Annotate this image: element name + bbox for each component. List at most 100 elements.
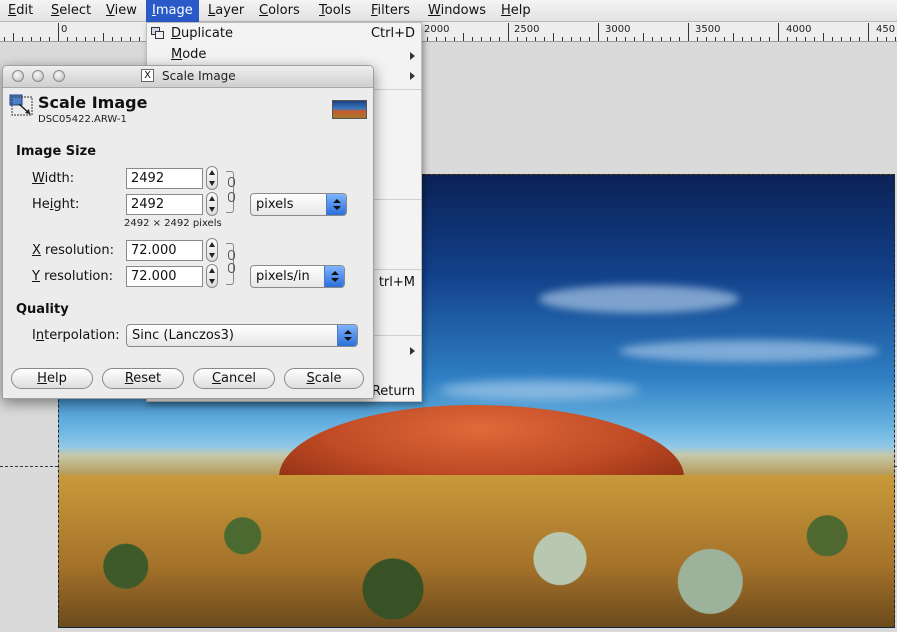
height-input[interactable]: 2492: [126, 194, 203, 215]
ruler-tick: [751, 37, 752, 41]
cloud: [619, 340, 879, 362]
ruler-tick: [823, 33, 824, 41]
scale-button[interactable]: Scale: [284, 368, 364, 389]
menu-colors[interactable]: Colors: [253, 0, 306, 22]
ruler-tick: [481, 37, 482, 41]
resolution-unit-select[interactable]: pixels/in: [250, 265, 345, 288]
ruler-label: 2000: [424, 24, 450, 35]
ruler-tick: [607, 37, 608, 41]
image-thumbnail: [332, 100, 367, 119]
ruler-tick: [688, 23, 689, 41]
ruler-tick: [571, 37, 572, 41]
ruler-tick: [517, 37, 518, 41]
menu-tools[interactable]: Tools: [313, 0, 357, 22]
ruler-tick: [112, 37, 113, 41]
close-window-button[interactable]: [12, 70, 24, 82]
menu-help[interactable]: Help: [495, 0, 537, 22]
chain-link-icon[interactable]: [228, 263, 235, 273]
ruler-tick: [4, 37, 5, 41]
ruler-tick: [562, 37, 563, 41]
outback-scrub: [59, 475, 894, 627]
ruler-tick: [877, 37, 878, 41]
interpolation-label: Interpolation:: [32, 328, 120, 343]
y-resolution-spinner[interactable]: [206, 264, 218, 288]
ruler-label: 4000: [786, 24, 812, 35]
scale-tool-icon: [9, 94, 33, 116]
menu-item-duplicate[interactable]: Duplicate: [171, 26, 233, 41]
menubar: Edit Select View Image Layer Colors Tool…: [0, 0, 897, 22]
ruler-tick: [508, 23, 509, 41]
ruler-tick: [454, 37, 455, 41]
ruler-tick: [13, 33, 14, 41]
submenu-arrow-icon: [410, 52, 415, 60]
width-label: Width:: [32, 171, 75, 186]
ruler-tick: [805, 37, 806, 41]
x11-icon: X: [141, 69, 154, 82]
ruler-tick: [697, 37, 698, 41]
minimize-window-button[interactable]: [32, 70, 44, 82]
ruler-tick: [490, 37, 491, 41]
help-button[interactable]: Help: [11, 368, 93, 389]
ruler-tick: [814, 37, 815, 41]
horizontal-ruler[interactable]: 0 2000 2500 3000 3500 4000 450: [0, 22, 897, 42]
ruler-tick: [445, 37, 446, 41]
window-title: Scale Image: [162, 69, 236, 83]
ruler-tick: [652, 37, 653, 41]
ruler-tick: [472, 37, 473, 41]
ruler-label: 3000: [605, 24, 631, 35]
ruler-tick: [679, 37, 680, 41]
size-unit-select[interactable]: pixels: [250, 193, 347, 216]
menu-item-mode[interactable]: Mode: [171, 47, 206, 62]
interpolation-select[interactable]: Sinc (Lanczos3): [126, 324, 358, 347]
size-summary: 2492 × 2492 pixels: [124, 218, 222, 229]
ruler-tick: [31, 37, 32, 41]
ruler-tick: [742, 37, 743, 41]
x-resolution-input[interactable]: 72.000: [126, 240, 203, 261]
ruler-tick: [22, 37, 23, 41]
height-spinner[interactable]: [206, 192, 218, 216]
ruler-tick: [580, 37, 581, 41]
menu-layer[interactable]: Layer: [202, 0, 250, 22]
ruler-tick: [868, 23, 869, 41]
submenu-arrow-icon: [410, 72, 415, 80]
ruler-tick: [553, 33, 554, 41]
height-label: Height:: [32, 197, 80, 212]
select-arrows-icon: [326, 194, 346, 215]
ruler-tick: [121, 37, 122, 41]
menu-select[interactable]: Select: [45, 0, 97, 22]
menu-view[interactable]: View: [100, 0, 143, 22]
menu-edit[interactable]: Edit: [2, 0, 39, 22]
menu-windows[interactable]: Windows: [422, 0, 492, 22]
menu-filters[interactable]: Filters: [365, 0, 416, 22]
ruler-tick: [94, 37, 95, 41]
dialog-titlebar[interactable]: X Scale Image: [3, 66, 373, 88]
zoom-window-button[interactable]: [53, 70, 65, 82]
ruler-tick: [724, 37, 725, 41]
chain-link-icon[interactable]: [228, 250, 235, 260]
ruler-tick: [634, 37, 635, 41]
chain-link-icon[interactable]: [228, 177, 235, 187]
menu-image[interactable]: Image: [146, 0, 199, 22]
reset-button[interactable]: Reset: [102, 368, 184, 389]
ruler-tick: [103, 33, 104, 41]
select-arrows-icon: [324, 266, 344, 287]
ruler-tick: [859, 37, 860, 41]
ruler-tick: [886, 37, 887, 41]
width-input[interactable]: 2492: [126, 168, 203, 189]
ruler-tick: [778, 23, 779, 41]
dialog-header-title: Scale Image: [38, 93, 148, 112]
cancel-button[interactable]: Cancel: [193, 368, 275, 389]
scale-image-dialog: X Scale Image Scale Image DSC05422.ARW-1…: [2, 65, 374, 399]
cloud: [539, 285, 739, 313]
quality-heading: Quality: [16, 302, 69, 317]
x-resolution-spinner[interactable]: [206, 238, 218, 262]
ruler-tick: [535, 37, 536, 41]
y-resolution-input[interactable]: 72.000: [126, 266, 203, 287]
chain-link-icon[interactable]: [228, 192, 235, 202]
ruler-tick: [796, 37, 797, 41]
image-size-heading: Image Size: [16, 144, 97, 159]
uluru-rock: [279, 405, 684, 485]
ruler-tick: [787, 37, 788, 41]
width-spinner[interactable]: [206, 166, 218, 190]
ruler-tick: [895, 37, 896, 41]
